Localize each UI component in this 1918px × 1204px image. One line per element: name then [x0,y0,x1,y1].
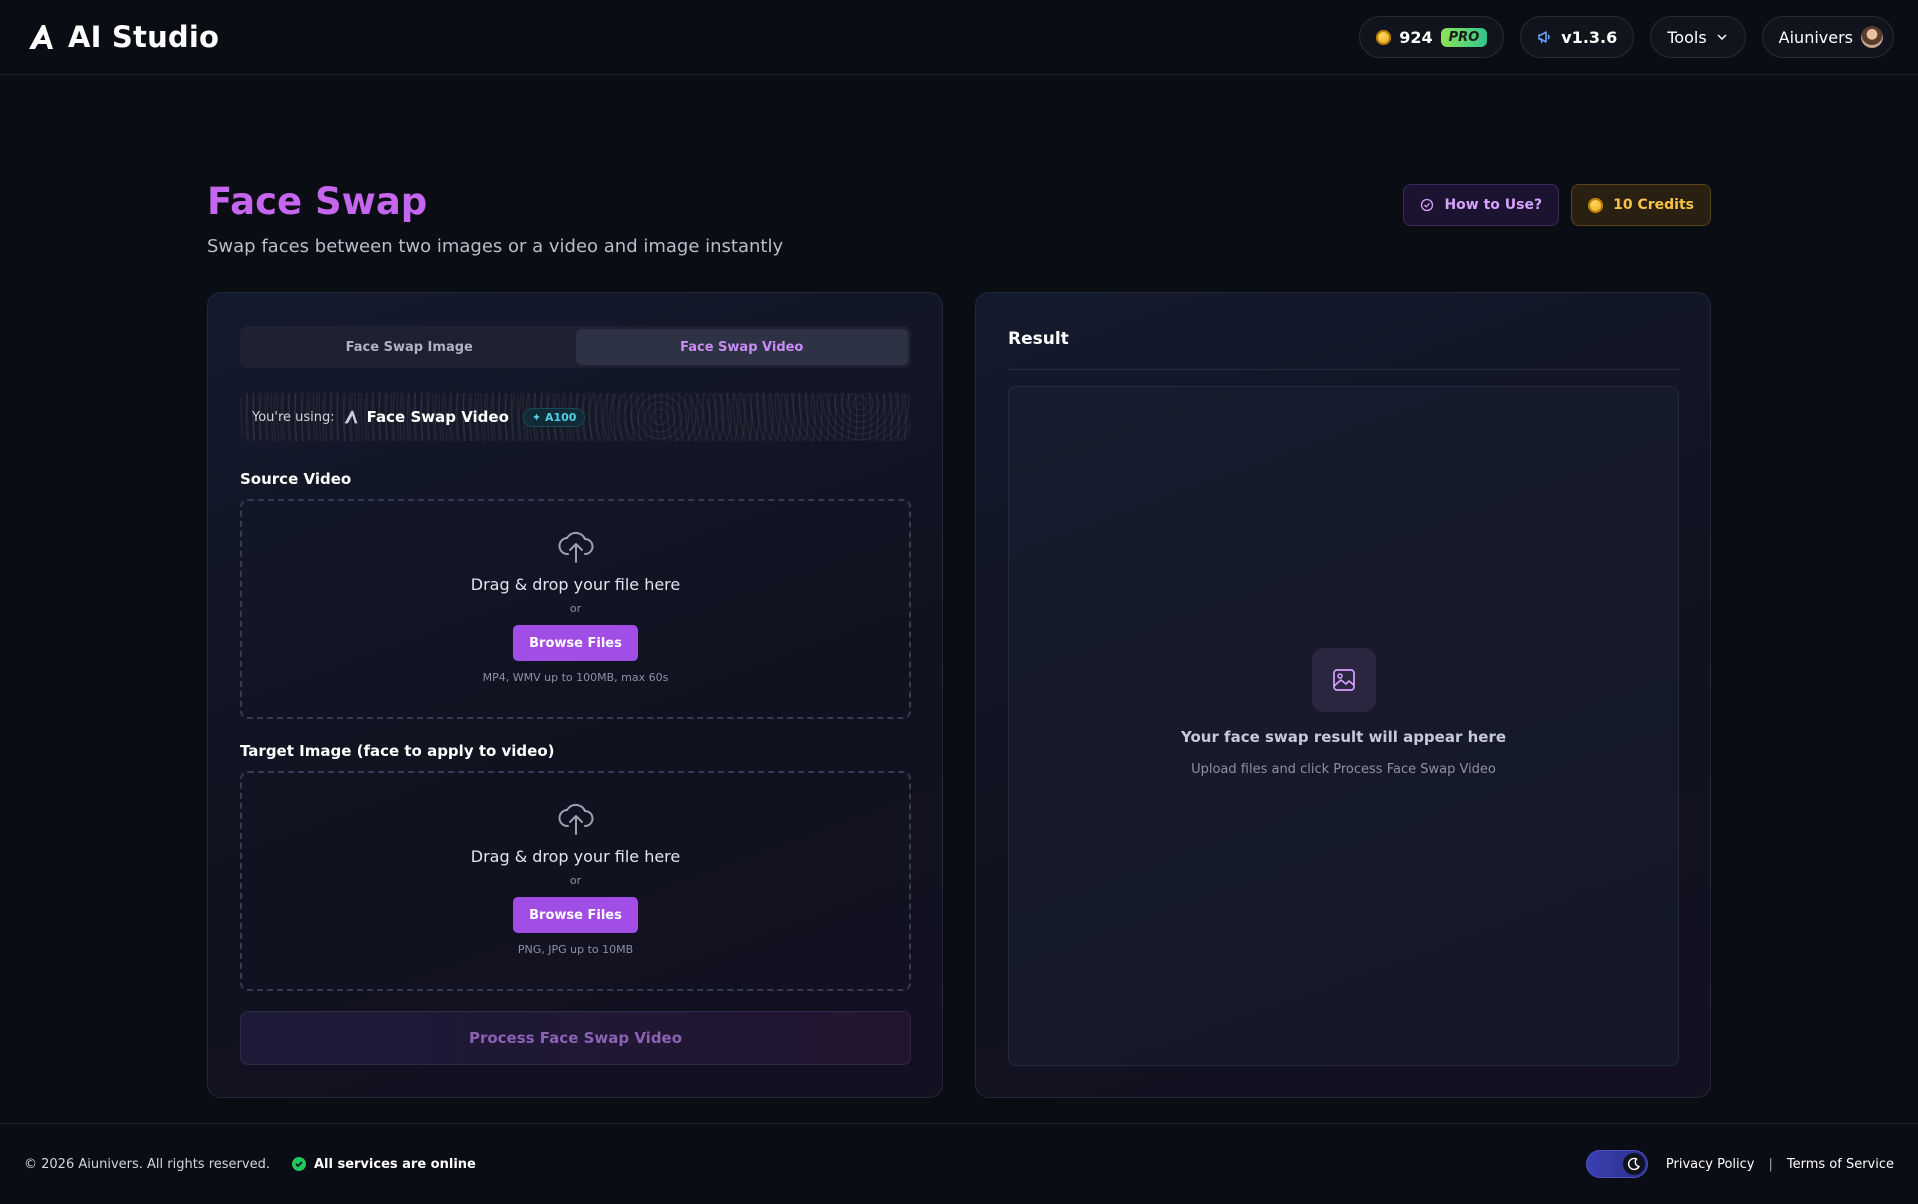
coin-icon [1376,29,1392,45]
terms-of-service-link[interactable]: Terms of Service [1787,1157,1894,1172]
divider [1008,369,1679,370]
page-title: Face Swap [207,180,428,223]
check-icon [291,1157,306,1171]
image-icon [1332,668,1355,691]
drop-text: Drag & drop your file here [470,847,681,866]
mode-tabs: Face Swap Image Face Swap Video [240,326,911,368]
gpu-badge: ✦ A100 [522,407,586,427]
top-navbar: AI Studio 924 PRO v1.3.6 Tools Aiunivers [0,0,1918,75]
footer-separator: | [1768,1156,1773,1172]
credits-label: 10 Credits [1613,197,1694,213]
pro-badge: PRO [1440,27,1488,47]
how-to-use-button[interactable]: How to Use? [1403,184,1560,226]
input-panel: Face Swap Image Face Swap Video You're u… [207,292,943,1098]
check-circle-icon [1421,198,1434,212]
or-text: or [569,874,582,887]
coins-balance[interactable]: 924 PRO [1359,16,1505,58]
brand-logo-icon [344,410,358,424]
brand[interactable]: AI Studio [26,20,219,54]
status-text: All services are online [313,1156,476,1172]
avatar [1861,26,1883,48]
or-text: or [569,602,582,615]
user-menu[interactable]: Aiunivers [1761,16,1894,58]
source-video-label: Source Video [240,470,352,488]
result-placeholder-text: Your face swap result will appear here [1180,727,1507,746]
target-image-dropzone[interactable]: Drag & drop your file here or Browse Fil… [240,771,911,991]
version-label: v1.3.6 [1561,27,1618,47]
coin-icon [1588,197,1604,213]
process-face-swap-button[interactable]: Process Face Swap Video [240,1011,911,1065]
chevron-down-icon [1717,34,1727,41]
brand-logo-icon [29,25,53,49]
version-button[interactable]: v1.3.6 [1520,16,1635,58]
file-hint: PNG, JPG up to 10MB [517,943,634,956]
megaphone-icon [1538,31,1550,44]
result-preview: Your face swap result will appear here U… [1008,386,1679,1066]
tab-face-swap-video[interactable]: Face Swap Video [575,329,908,365]
how-to-use-label: How to Use? [1444,197,1543,213]
source-video-dropzone[interactable]: Drag & drop your file here or Browse Fil… [240,499,911,719]
page-subtitle: Swap faces between two images or a video… [207,236,784,257]
theme-toggle[interactable] [1585,1150,1648,1178]
credits-button[interactable]: 10 Credits [1571,184,1711,226]
footer: © 2026 Aiunivers. All rights reserved. A… [0,1123,1918,1204]
result-placeholder-hint: Upload files and click Process Face Swap… [1191,761,1496,777]
brand-name: AI Studio [68,20,220,54]
coins-count: 924 [1399,27,1433,47]
browse-files-button[interactable]: Browse Files [513,625,638,661]
privacy-policy-link[interactable]: Privacy Policy [1666,1157,1755,1172]
file-hint: MP4, WMV up to 100MB, max 60s [482,671,669,684]
browse-files-button[interactable]: Browse Files [513,897,638,933]
tools-dropdown[interactable]: Tools [1650,16,1746,58]
cloud-upload-icon [558,531,593,563]
tools-label: Tools [1667,27,1707,47]
tab-face-swap-image[interactable]: Face Swap Image [243,329,576,365]
using-label: You're using: [252,409,335,425]
status-indicator[interactable]: All services are online [291,1156,476,1172]
sparkle-icon: ✦ [531,410,542,424]
drop-text: Drag & drop your file here [470,575,681,594]
model-banner: You're using: Face Swap Video ✦ A100 [240,393,911,441]
cloud-upload-icon [558,803,593,835]
result-title: Result [1008,329,1069,349]
result-icon-container [1311,647,1376,712]
result-panel: Result Your face swap result will appear… [975,292,1711,1098]
username: Aiunivers [1778,27,1853,47]
target-image-label: Target Image (face to apply to video) [240,742,555,760]
copyright: © 2026 Aiunivers. All rights reserved. [24,1156,270,1172]
model-name: Face Swap Video [366,408,509,426]
moon-icon [1622,1153,1645,1175]
